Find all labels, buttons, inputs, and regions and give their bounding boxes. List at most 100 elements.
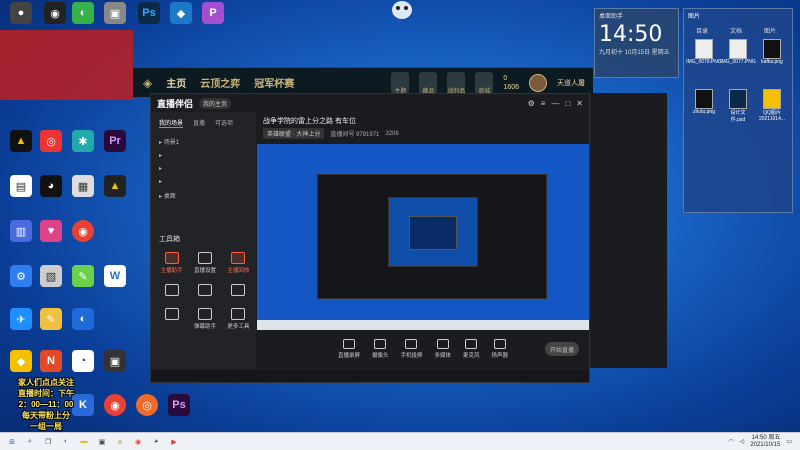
desktop-icon[interactable]: ⚙ [4, 265, 38, 301]
app-icon: ◐ [72, 308, 94, 330]
tool-item[interactable] [222, 284, 255, 298]
category-tag[interactable]: 英雄联盟 · 大神上分 [263, 128, 325, 139]
search-icon[interactable]: ⌕ [24, 436, 36, 448]
scene-item[interactable]: ▸ [151, 162, 256, 175]
lol-logo-icon[interactable]: ◈ [143, 76, 152, 90]
scene-item[interactable]: ▸ [151, 175, 256, 188]
scene-item[interactable]: ▸ 场景1 [151, 134, 256, 149]
tool-live-settings[interactable]: 直播设置 [188, 252, 221, 274]
speaker-button[interactable]: 扬声器 [492, 339, 508, 359]
lol-btn-collection[interactable]: 藏品 [419, 72, 438, 95]
file-item[interactable]: zhutu.png [690, 89, 718, 115]
lol-btn-loot[interactable]: 战利品 [447, 72, 465, 95]
file-item[interactable]: IMG_0077.PNG [720, 39, 756, 65]
file-item[interactable]: 设计文件.psd [724, 89, 752, 123]
tool-item[interactable] [155, 284, 188, 298]
qq-floating-icon[interactable] [389, 0, 415, 20]
tab-scenes[interactable]: 我的场景 [159, 118, 184, 128]
tool-danmaku[interactable]: 弹幕助手 [188, 308, 221, 330]
app-icon: ▣ [104, 350, 126, 372]
network-icon[interactable]: ◠ [728, 438, 733, 445]
file-item[interactable]: IMG_0079.PNG [686, 39, 722, 65]
desktop-icon[interactable]: ▧ [34, 265, 68, 301]
lol-nav-home[interactable]: 主页 [166, 75, 186, 90]
multimedia-button[interactable]: 多媒体 [435, 339, 451, 359]
store-icon[interactable]: ▣ [96, 436, 108, 448]
notification-icon[interactable]: ▭ [786, 438, 792, 445]
lol-nav-tft[interactable]: 云顶之弈 [200, 75, 240, 90]
desktop-icon[interactable]: ✈ [4, 308, 38, 344]
vscode-icon[interactable]: ◆ [164, 2, 198, 38]
desktop-icon[interactable]: ▤ [4, 175, 38, 211]
scene-item[interactable]: ▸ 桌面 [151, 188, 256, 203]
camera-button[interactable]: 摄像头 [372, 339, 388, 359]
lol-nav-champions-cup[interactable]: 冠军杯赛 [254, 75, 294, 90]
maximize-icon[interactable]: □ [565, 99, 570, 108]
avatar[interactable] [529, 74, 547, 92]
minimize-icon[interactable]: — [551, 99, 559, 108]
desktop-icon[interactable]: ✎ [66, 265, 100, 301]
desktop-icon[interactable]: ▦ [66, 175, 100, 211]
tool-icon [197, 308, 212, 320]
homepage-badge[interactable]: 我的主页 [199, 97, 232, 109]
tab-images[interactable]: 图片 [764, 26, 776, 35]
taskbar-date: 2021/10/15 [750, 441, 781, 448]
image-file-icon [763, 39, 781, 59]
menu-icon[interactable]: ≡ [541, 99, 546, 108]
desktop-icon[interactable]: ✱ [66, 130, 100, 166]
edge-icon[interactable]: ◐ [60, 436, 72, 448]
chrome-icon[interactable]: ◉ [66, 220, 100, 256]
tool-more[interactable]: 更多工具 [222, 308, 255, 330]
streamer-taskbar-icon[interactable]: ▶ [168, 436, 180, 448]
qq-icon[interactable]: ◕ [34, 175, 68, 211]
scene-item[interactable]: ▸ [151, 149, 256, 162]
settings-icon[interactable]: ⚙ [528, 99, 535, 108]
desktop-icon[interactable]: P [196, 2, 230, 38]
desktop-icon[interactable]: ◐ [66, 308, 100, 344]
stream-preview[interactable] [257, 144, 591, 330]
stream-title[interactable]: 战争学院的雷上分之路 有车位 [263, 116, 583, 126]
desktop-icon[interactable]: ▣ [98, 350, 132, 386]
desktop-icon[interactable]: ◎ [34, 130, 68, 166]
file-item[interactable]: kafka.png [758, 39, 786, 65]
close-icon[interactable]: ✕ [576, 99, 583, 108]
tool-item[interactable] [188, 284, 221, 298]
lol-taskbar-icon[interactable]: ◈ [114, 436, 126, 448]
start-live-button[interactable]: 开始直播 [545, 342, 579, 356]
photoshop-icon[interactable]: Ps [132, 2, 166, 38]
desktop-icon[interactable]: ▲ [98, 175, 132, 211]
microphone-button[interactable]: 麦克风 [463, 339, 480, 359]
lol-btn-theme[interactable]: 主题 [391, 72, 410, 95]
file-item[interactable]: QQ图片20211014... [758, 89, 786, 122]
premiere-icon[interactable]: Pr [98, 130, 132, 166]
volume-icon[interactable]: ◁ [740, 438, 745, 445]
qq-taskbar-icon[interactable]: ◕ [150, 436, 162, 448]
desktop-icon[interactable]: ◎ [130, 394, 164, 430]
phone-cast-button[interactable]: 手机投屏 [400, 339, 423, 359]
tab-folders[interactable]: 目录 [696, 26, 708, 35]
tab-live[interactable]: 直播 [193, 118, 205, 128]
tool-item[interactable] [155, 308, 188, 330]
photoshop-icon[interactable]: Ps [162, 394, 196, 430]
screen-capture-button[interactable]: 直播录屏 [338, 339, 360, 359]
chrome-taskbar-icon[interactable]: ◉ [132, 436, 144, 448]
desktop-icon[interactable]: ▲ [4, 130, 38, 166]
tab-docs[interactable]: 文档 [730, 26, 742, 35]
desktop-icon[interactable]: W [98, 265, 132, 301]
tool-host-assistant[interactable]: 主播助手 [155, 252, 188, 274]
tab-options[interactable]: 可选项 [215, 118, 233, 128]
overlay-line: 一组一局 [30, 422, 62, 431]
scene-panel: 我的场景 直播 可选项 ▸ 场景1 ▸ ▸ ▸ ▸ 桌面 工具箱 主播助手 直播… [151, 112, 256, 382]
desktop-icon[interactable]: ▥ [4, 220, 38, 256]
tool-replay[interactable]: 主播回放 [222, 252, 255, 274]
windows-start-icon[interactable]: ⊞ [6, 436, 18, 448]
lol-currency: 0 1606 [503, 74, 519, 92]
chrome-icon[interactable]: ◉ [98, 394, 132, 430]
taskbar-clock[interactable]: 14:50 周五 2021/10/15 [750, 435, 780, 449]
file-name: zhutu.png [693, 109, 715, 115]
explorer-icon[interactable]: ▬ [78, 436, 90, 448]
task-view-icon[interactable]: ❐ [42, 436, 54, 448]
lol-btn-store[interactable]: 商城 [475, 72, 494, 95]
desktop-icon[interactable]: ✎ [34, 308, 68, 344]
desktop-icon[interactable]: ♥ [34, 220, 68, 256]
